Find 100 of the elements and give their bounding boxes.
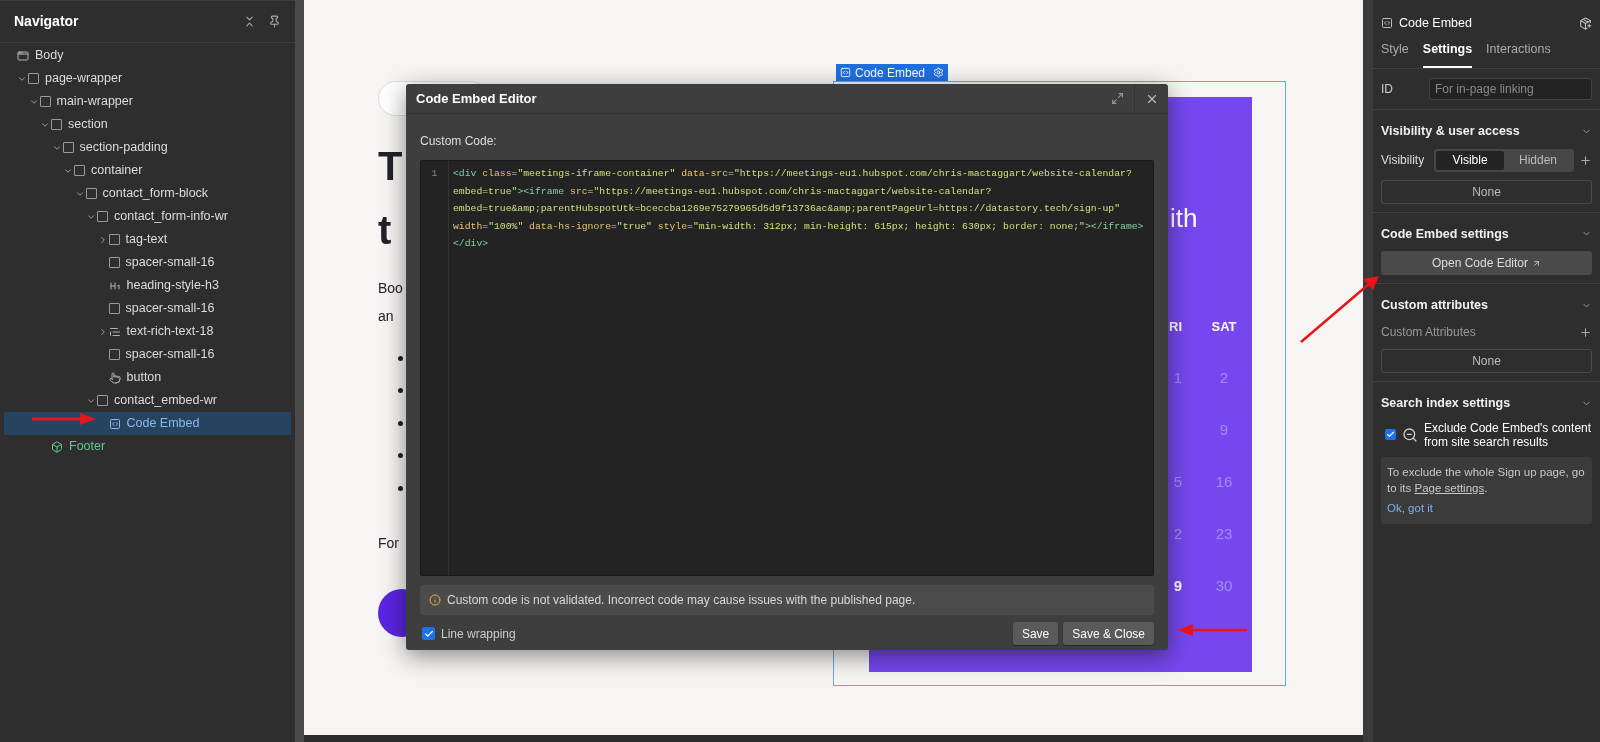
- code-icon: [840, 67, 851, 78]
- save-close-button[interactable]: Save & Close: [1063, 622, 1154, 645]
- item-label: Code Embed: [126, 415, 200, 433]
- panel-title: Navigator: [14, 12, 79, 31]
- section-title: Search index settings: [1381, 395, 1511, 412]
- add-icon[interactable]: [1579, 153, 1592, 167]
- navigator-item[interactable]: section-padding: [4, 136, 291, 159]
- text-icon: [108, 325, 121, 338]
- code-icon: [1381, 17, 1393, 29]
- navigator-item[interactable]: section: [4, 113, 291, 136]
- item-label: section: [68, 116, 108, 134]
- box-icon: [97, 395, 108, 406]
- navigator-item[interactable]: contact_embed-wr: [4, 389, 291, 412]
- box-icon: [108, 303, 120, 314]
- exclude-checkbox[interactable]: [1385, 429, 1396, 441]
- item-label: contact_embed-wr: [114, 392, 217, 410]
- navigator-item[interactable]: spacer-small-16: [4, 297, 291, 320]
- box-icon: [97, 211, 108, 222]
- checkbox-label: Exclude Code Embed's content from site search results: [1424, 420, 1592, 449]
- collapse-icon[interactable]: [243, 15, 256, 28]
- panel-tab[interactable]: Interactions: [1486, 40, 1551, 68]
- section-title: Custom attributes: [1381, 297, 1488, 315]
- field-label: Custom Attributes: [1381, 324, 1476, 341]
- paragraph-text: an: [378, 307, 394, 326]
- navigator-item[interactable]: main-wrapper: [4, 90, 291, 113]
- box-icon: [108, 257, 120, 268]
- item-label: tag-text: [125, 231, 168, 249]
- navigator-item[interactable]: Footer: [4, 435, 291, 458]
- box-icon: [62, 142, 74, 153]
- cube-plus-icon[interactable]: [1579, 16, 1592, 30]
- add-icon[interactable]: [1579, 325, 1592, 339]
- field-label: ID: [1381, 80, 1394, 98]
- field-label: Visibility: [1381, 152, 1426, 169]
- item-label: container: [91, 162, 143, 180]
- navigator-item[interactable]: Body: [4, 44, 291, 67]
- open-editor-button[interactable]: Open Code Editor: [1381, 251, 1592, 276]
- panel-tab[interactable]: Style: [1381, 40, 1409, 68]
- bullet-icon: [398, 485, 403, 491]
- item-label: contact_form-block: [102, 185, 209, 203]
- pin-icon[interactable]: [268, 15, 281, 28]
- item-label: contact_form-info-wr: [114, 208, 228, 226]
- item-label: spacer-small-16: [125, 254, 215, 272]
- navigator-item[interactable]: contact_form-info-wr: [4, 205, 291, 228]
- info-icon: [429, 594, 441, 606]
- box-icon: [74, 165, 85, 176]
- segment-option[interactable]: Hidden: [1504, 150, 1572, 170]
- calendar-day: 23: [1215, 522, 1233, 546]
- box-icon: [39, 96, 51, 107]
- navigator-item[interactable]: tag-text: [4, 228, 291, 251]
- notice-text: To exclude the whole Sign up page, go to its Page settings.: [1387, 464, 1586, 496]
- code-text: <div class="meetings-iframe-container" data-src="https://meetings-eu1.hubspot.com/chris-mactaggart/website-calendar?embed=true"><iframe src="https://meetings-eu1.hubspot.com/chris-mactaggart/website-calendar?embed=true&amp;parentHubspotUtk=bceccba1269e75279965d5d9f13736ac&amp;parentPageUrl=https://datastory.tech/sign-up" width="100%" data-hs-ignore="true" style="min-width: 312px; min-height: 615px; height: 630px; border: none;"></iframe></div>: [452, 167, 1145, 251]
- paragraph-text: For: [378, 533, 399, 553]
- navigator-item[interactable]: container: [4, 159, 291, 182]
- navigator-item[interactable]: text-rich-text-18: [4, 320, 291, 343]
- code-icon: [108, 417, 121, 430]
- paragraph-text: Boo: [378, 279, 403, 298]
- save-button[interactable]: Save: [1012, 622, 1059, 645]
- window-icon: [17, 49, 29, 62]
- box-icon: [108, 234, 120, 245]
- weekday-label: SAT: [1211, 318, 1237, 337]
- annotation-arrow: [1177, 624, 1249, 636]
- checkbox-label: Line wrapping: [441, 625, 516, 643]
- element-title: Code Embed: [1399, 14, 1472, 32]
- value-box: None: [1381, 349, 1592, 373]
- code-editor[interactable]: [420, 160, 1154, 576]
- settings-icon[interactable]: [933, 67, 945, 78]
- line-wrapping-checkbox[interactable]: [422, 627, 435, 640]
- navigator-item[interactable]: page-wrapper: [4, 67, 291, 90]
- badge-label: Code Embed: [855, 64, 926, 82]
- navigator-item[interactable]: spacer-small-16: [4, 251, 291, 274]
- id-field[interactable]: For in-page linking: [1429, 77, 1592, 100]
- calendar-day: 9: [1219, 418, 1229, 442]
- calendar-day: 30: [1215, 574, 1233, 598]
- navigator-item[interactable]: Code Embed: [4, 412, 291, 435]
- item-label: heading-style-h3: [126, 277, 219, 295]
- segment-option[interactable]: Visible: [1436, 150, 1504, 170]
- calendar-day: 1: [1173, 366, 1182, 390]
- item-label: Body: [35, 47, 64, 65]
- value-box: None: [1381, 179, 1592, 204]
- element-badge[interactable]: Code Embed: [836, 64, 949, 81]
- bullet-icon: [398, 388, 403, 394]
- calendar-day: 2: [1173, 522, 1182, 546]
- item-label: page-wrapper: [45, 70, 123, 88]
- dismiss-link[interactable]: Ok, got it: [1387, 499, 1586, 517]
- section-title: Code Embed settings: [1381, 225, 1509, 243]
- navigator-item[interactable]: spacer-small-16: [4, 343, 291, 366]
- calendar-day: 2: [1219, 366, 1229, 390]
- cube-icon: [51, 440, 63, 453]
- external-link-icon: [1532, 258, 1542, 268]
- navigator-item[interactable]: button: [4, 366, 291, 389]
- annotation-arrow: [30, 413, 96, 425]
- box-icon: [108, 349, 120, 360]
- section-title: Visibility & user access: [1381, 122, 1520, 140]
- navigator-item[interactable]: contact_form-block: [4, 182, 291, 205]
- bullet-icon: [398, 355, 403, 361]
- panel-tab[interactable]: Settings: [1422, 40, 1473, 68]
- bullet-icon: [398, 420, 403, 426]
- navigator-item[interactable]: heading-style-h3: [4, 274, 291, 297]
- calendar-title: ith: [1170, 202, 1198, 234]
- item-label: spacer-small-16: [125, 346, 215, 364]
